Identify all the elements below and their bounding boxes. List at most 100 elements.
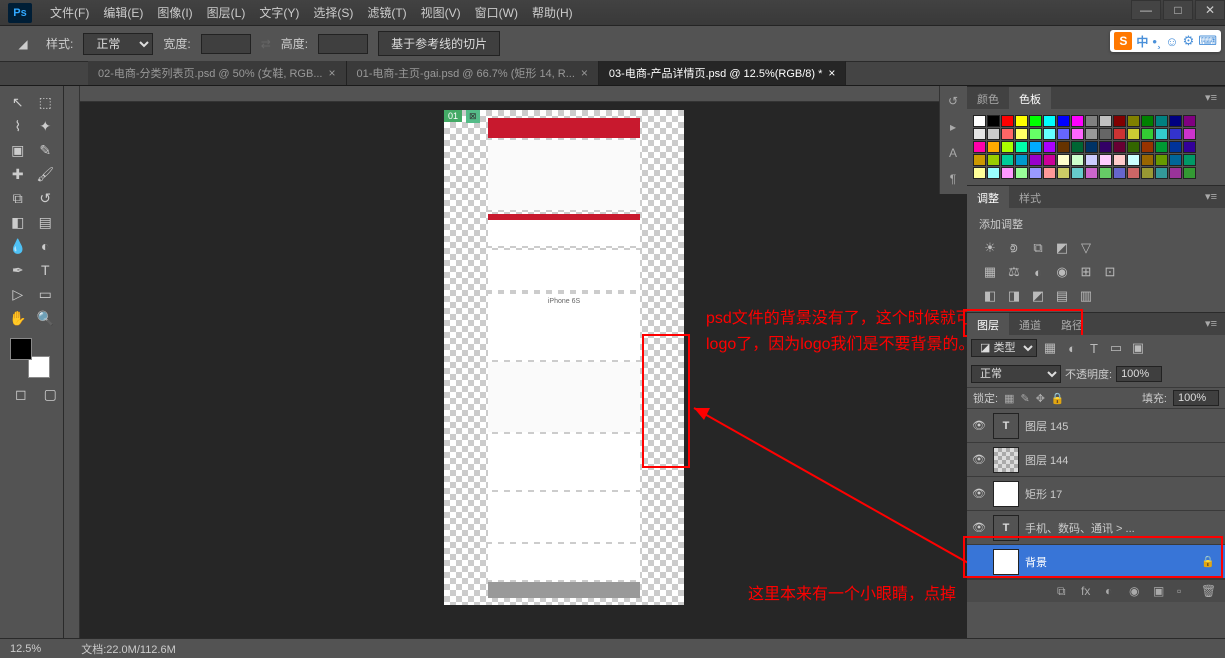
pen-tool[interactable]: ✒ [4,258,32,282]
color-swatch[interactable] [1127,167,1140,179]
color-swatch[interactable] [1001,167,1014,179]
menu-type[interactable]: 文字(Y) [255,2,303,23]
color-swatch[interactable] [1085,141,1098,153]
blend-select[interactable]: 正常 [971,365,1061,383]
filter-type-icon[interactable]: T [1085,340,1103,356]
color-swatch[interactable] [1155,115,1168,127]
color-swatch[interactable] [1001,115,1014,127]
threshold-icon[interactable]: ◩ [1029,288,1047,304]
exposure-icon[interactable]: ◩ [1053,240,1071,256]
color-swatch[interactable] [1113,154,1126,166]
doc-tab-2[interactable]: 01-电商-主页-gai.psd @ 66.7% (矩形 14, R...× [347,61,599,85]
color-swatch[interactable] [1071,141,1084,153]
curves-icon[interactable]: ⧉ [1029,240,1047,256]
actions-icon[interactable]: ▸ [942,116,964,138]
vibrance-icon[interactable]: ▽ [1077,240,1095,256]
fx-icon[interactable]: fx [1081,584,1097,598]
color-swatch[interactable] [1029,167,1042,179]
rectangle-tool[interactable]: ▭ [32,282,60,306]
color-swatch[interactable] [987,154,1000,166]
foreground-swatch[interactable] [10,338,32,360]
menu-select[interactable]: 选择(S) [309,2,357,23]
color-swatch[interactable] [1127,141,1140,153]
ime-icon-1[interactable]: •¸ [1152,34,1161,49]
color-swatch[interactable] [1127,128,1140,140]
color-swatch[interactable] [1015,128,1028,140]
healing-tool[interactable]: ✚ [4,162,32,186]
filter-shape-icon[interactable]: ▭ [1107,340,1125,356]
color-swatch[interactable] [1169,141,1182,153]
eyedropper-tool[interactable]: ✎ [32,138,60,162]
color-swatch[interactable] [1029,141,1042,153]
lookup-icon[interactable]: ⊡ [1101,264,1119,280]
ime-bar[interactable]: S 中 •¸ ☺ ⚙ ⌨ [1110,30,1221,52]
swatch-grid[interactable] [971,113,1221,181]
window-minimize[interactable]: — [1131,0,1161,20]
tab-styles[interactable]: 样式 [1009,186,1051,208]
color-swatch[interactable] [987,128,1000,140]
panel-menu-icon[interactable]: ▾≡ [1197,313,1225,335]
color-swatch[interactable] [1043,115,1056,127]
color-swatch[interactable] [1015,115,1028,127]
mixer-icon[interactable]: ⊞ [1077,264,1095,280]
color-swatch[interactable] [1155,154,1168,166]
quick-select-tool[interactable]: ✦ [32,114,60,138]
color-swatch[interactable] [1127,154,1140,166]
color-swatch[interactable] [1043,154,1056,166]
color-swatch[interactable] [1043,141,1056,153]
color-swatch[interactable] [973,115,986,127]
color-swatch[interactable] [973,167,986,179]
group-icon[interactable]: ▣ [1153,584,1169,598]
color-swatch[interactable] [1029,115,1042,127]
lock-paint-icon[interactable]: ✎ [1020,392,1029,405]
ime-icon-4[interactable]: ⌨ [1198,33,1217,49]
window-maximize[interactable]: □ [1163,0,1193,20]
color-swatch[interactable] [1015,154,1028,166]
doc-tab-3[interactable]: 03-电商-产品详情页.psd @ 12.5%(RGB/8) *× [599,61,847,85]
layer-name[interactable]: 图层 144 [1025,452,1068,468]
move-tool[interactable]: ↖ [4,90,32,114]
layer-name[interactable]: 手机、数码、通讯 > ... [1025,520,1135,536]
color-swatch[interactable] [1169,115,1182,127]
ime-icon-3[interactable]: ⚙ [1183,33,1195,49]
color-swatch[interactable] [1043,167,1056,179]
window-close[interactable]: ✕ [1195,0,1225,20]
gradient-tool[interactable]: ▤ [32,210,60,234]
lasso-tool[interactable]: ⌇ [4,114,32,138]
zoom-level[interactable]: 12.5% [10,643,41,655]
color-swatch[interactable] [1085,115,1098,127]
menu-file[interactable]: 文件(F) [46,2,93,23]
close-icon[interactable]: × [828,66,835,80]
filter-adjust-icon[interactable]: ◐ [1063,340,1081,356]
color-swatch[interactable] [1169,167,1182,179]
color-swatch[interactable] [1085,128,1098,140]
posterize-icon[interactable]: ◨ [1005,288,1023,304]
zoom-tool[interactable]: 🔍 [32,306,60,330]
dodge-tool[interactable]: ◐ [32,234,60,258]
type-tool[interactable]: T [32,258,60,282]
color-swatch[interactable] [1099,154,1112,166]
char-icon[interactable]: A [942,142,964,164]
menu-edit[interactable]: 编辑(E) [99,2,147,23]
menu-filter[interactable]: 滤镜(T) [363,2,410,23]
trash-icon[interactable]: 🗑 [1201,584,1217,598]
color-swatch[interactable] [1183,154,1196,166]
color-swatch[interactable] [1113,128,1126,140]
color-swatch[interactable] [1057,115,1070,127]
color-swatch[interactable] [1015,141,1028,153]
layer-thumbnail[interactable] [993,447,1019,473]
color-swatch[interactable] [973,154,986,166]
color-swatch[interactable] [1001,154,1014,166]
color-swatch[interactable] [1141,115,1154,127]
new-layer-icon[interactable]: ▫ [1177,584,1193,598]
width-input[interactable] [201,34,251,54]
screenmode-icon[interactable]: ▢ [42,382,60,406]
menu-window[interactable]: 窗口(W) [471,2,522,23]
layer-name[interactable]: 图层 145 [1025,418,1068,434]
color-swatch[interactable] [1099,141,1112,153]
visibility-eye-icon[interactable]: 👁 [971,419,987,432]
panel-menu-icon[interactable]: ▾≡ [1197,186,1225,208]
eraser-tool[interactable]: ◧ [4,210,32,234]
mask-icon[interactable]: ◐ [1105,584,1121,598]
invert-icon[interactable]: ◧ [981,288,999,304]
